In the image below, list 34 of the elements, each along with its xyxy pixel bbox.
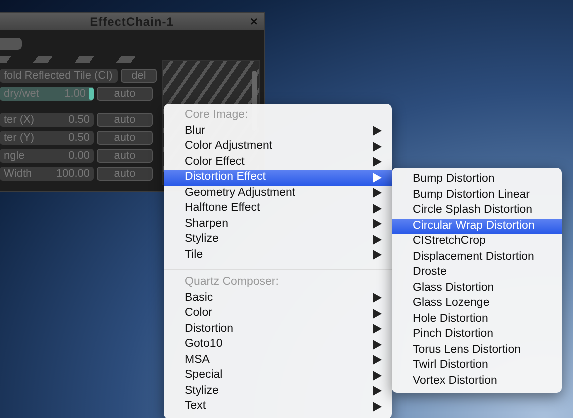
menu-item[interactable]: Sharpen	[164, 216, 392, 232]
menu-item[interactable]: Droste	[392, 265, 562, 280]
menu-item[interactable]: Bump Distortion Linear	[392, 188, 562, 203]
menu-item[interactable]: Color Effect	[164, 154, 392, 170]
menu-item[interactable]: Torus Lens Distortion	[392, 342, 562, 358]
menu-item[interactable]: Hole Distortion	[392, 312, 562, 327]
menu-item[interactable]: Twirl Distortion	[392, 358, 562, 374]
menu-item[interactable]: Text	[164, 399, 392, 414]
menu-item[interactable]: MSA	[164, 352, 392, 368]
menu-item[interactable]: Goto10	[164, 337, 392, 352]
menu-item[interactable]: Bump Distortion	[392, 172, 562, 188]
menu-item[interactable]: Stylize	[164, 232, 392, 248]
menu-item[interactable]: Stylize	[164, 384, 392, 399]
menu-item[interactable]: Distortion Effect	[164, 170, 392, 186]
menu-item[interactable]: Pinch Distortion	[392, 327, 562, 342]
section-header: Core Image:	[184, 108, 250, 123]
window-title: EffectChain-1	[90, 14, 174, 28]
menu-item[interactable]: Blur	[164, 124, 392, 139]
menu-item[interactable]: Color Adjustment	[164, 139, 392, 154]
menu-item[interactable]: Special	[164, 368, 392, 384]
menu-item[interactable]: Glass Lozenge	[392, 296, 562, 312]
menu-item[interactable]: Distortion	[164, 322, 392, 337]
section-header: Quartz Composer:	[184, 275, 280, 290]
menu-item[interactable]: Circle Splash Distortion	[392, 203, 562, 218]
menu-item[interactable]: Halftone Effect	[164, 201, 392, 216]
menu-item[interactable]: Displacement Distortion	[392, 250, 562, 265]
menu-item[interactable]: Color	[164, 306, 392, 322]
menu-item[interactable]: Vortex Distortion	[392, 374, 562, 389]
menu-item[interactable]: Circular Wrap Distortion	[392, 218, 562, 234]
menu-item[interactable]: CIStretchCrop	[392, 234, 562, 250]
menu-item[interactable]: Tile	[164, 248, 392, 263]
menu-item[interactable]: Geometry Adjustment	[164, 186, 392, 201]
menu-item[interactable]: Glass Distortion	[392, 280, 562, 296]
menu-item[interactable]: Basic	[164, 290, 392, 306]
